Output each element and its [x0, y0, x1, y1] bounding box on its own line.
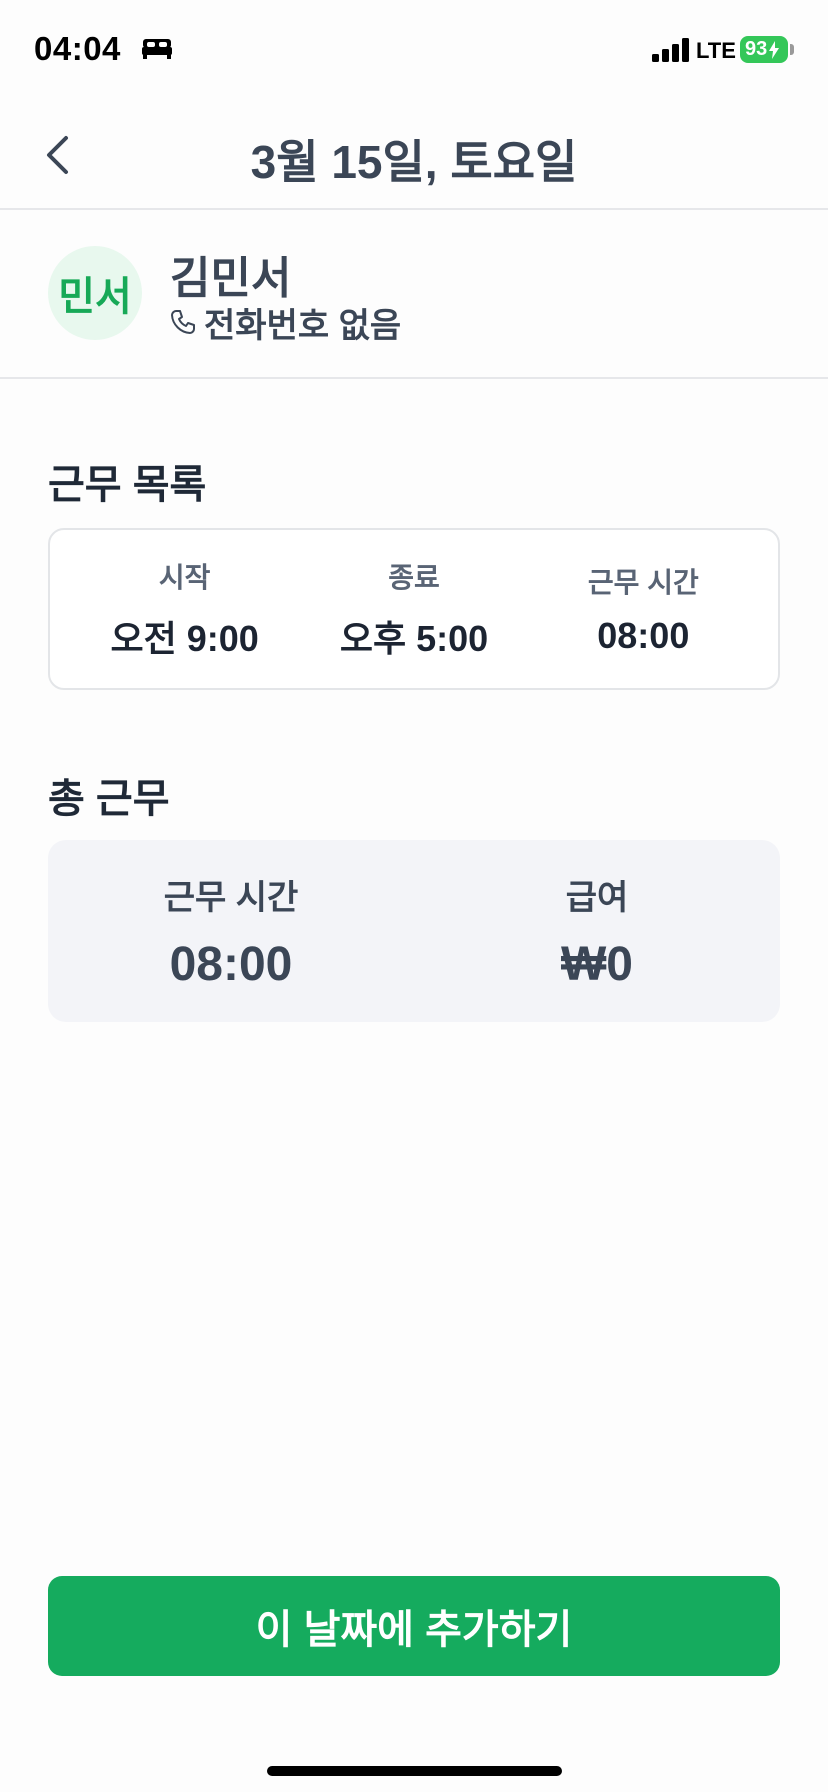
total-hours: 근무 시간 08:00	[101, 870, 361, 992]
battery-icon: 93	[740, 36, 788, 63]
total-hours-label: 근무 시간	[163, 879, 299, 917]
phone-row: 전화번호 없음	[170, 302, 401, 345]
charging-icon	[769, 40, 780, 59]
shift-end-label: 종료	[388, 562, 440, 593]
total-pay-value: ₩0	[561, 938, 633, 991]
add-to-date-button[interactable]: 이 날짜에 추가하기	[48, 1576, 780, 1676]
home-indicator[interactable]	[267, 1766, 562, 1776]
shift-hours: 근무 시간 08:00	[538, 561, 748, 657]
shift-end: 종료 오후 5:00	[309, 556, 519, 662]
shift-start-label: 시작	[158, 562, 211, 593]
shift-start: 시작 오전 9:00	[80, 556, 290, 662]
total-pay: 급여 ₩0	[467, 870, 727, 992]
shift-start-value: 오전 9:00	[110, 618, 259, 659]
bed-icon	[142, 39, 172, 59]
phone-icon	[171, 310, 195, 334]
phone-text: 전화번호 없음	[204, 306, 402, 345]
signal-icon	[652, 38, 689, 62]
shift-list-title: 근무 목록	[48, 463, 207, 507]
shift-hours-value: 08:00	[597, 615, 690, 656]
header-divider	[0, 208, 828, 210]
avatar: 민서	[48, 246, 142, 340]
screen: 04:04 LTE 93 3월 15일, 토요일 민서 김민서 전화번호 없음 …	[0, 0, 828, 1792]
profile-divider	[0, 377, 828, 379]
header: 3월 15일, 토요일	[0, 100, 828, 210]
status-time: 04:04	[34, 30, 121, 67]
battery-level: 93	[745, 38, 768, 60]
battery-tip	[790, 44, 794, 55]
totals-card: 근무 시간 08:00 급여 ₩0	[48, 840, 780, 1022]
shift-card[interactable]: 시작 오전 9:00 종료 오후 5:00 근무 시간 08:00	[48, 528, 780, 690]
status-bar: 04:04 LTE 93	[0, 0, 828, 100]
total-hours-value: 08:00	[169, 938, 293, 991]
network-label: LTE	[696, 38, 736, 63]
profile-name: 김민서	[170, 254, 292, 303]
shift-hours-label: 근무 시간	[587, 567, 699, 598]
page-title: 3월 15일, 토요일	[250, 136, 578, 188]
total-pay-label: 급여	[565, 879, 629, 917]
shift-end-value: 오후 5:00	[339, 618, 489, 659]
totals-title: 총 근무	[48, 777, 170, 821]
